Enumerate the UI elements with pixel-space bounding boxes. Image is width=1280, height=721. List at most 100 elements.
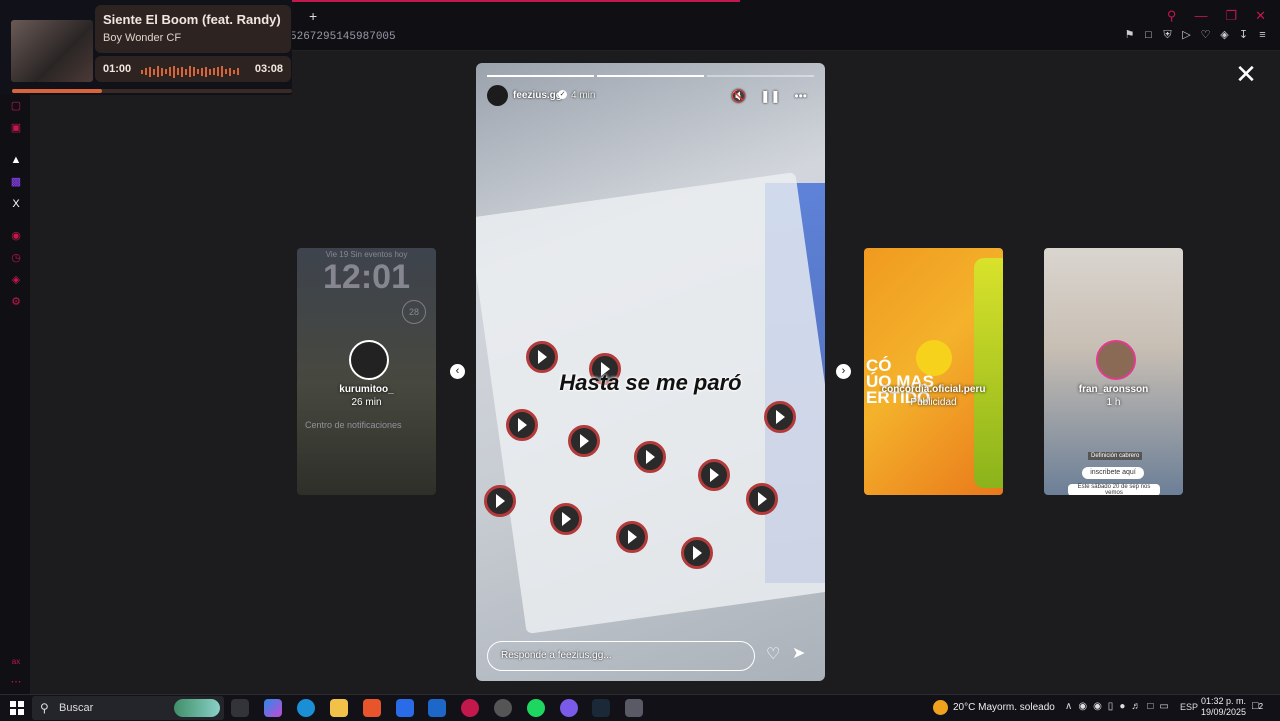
chat-icon[interactable]: ▢: [10, 100, 22, 112]
clock-time[interactable]: 01:32 p. m.: [1201, 696, 1246, 706]
waveform-bar: [189, 66, 191, 78]
brave-icon[interactable]: [363, 699, 381, 717]
app-tray-icon[interactable]: ◉: [1093, 701, 1102, 712]
more-icon[interactable]: ⋯: [10, 676, 22, 688]
aria-icon[interactable]: ▲: [10, 154, 22, 166]
previous-story-arrow[interactable]: ‹: [450, 364, 465, 379]
speaker-icon[interactable]: ♬: [1131, 701, 1141, 712]
story-username[interactable]: feezius.gg: [513, 90, 562, 101]
language-indicator[interactable]: ESP: [1180, 702, 1198, 712]
search-icon[interactable]: ⚲: [1167, 8, 1177, 24]
task-view-icon[interactable]: [231, 699, 249, 717]
send-share-icon[interactable]: ➤: [792, 646, 805, 662]
steam-icon[interactable]: [592, 699, 610, 717]
pause-icon[interactable]: ❚❚: [760, 89, 780, 103]
discord-icon[interactable]: [560, 699, 578, 717]
twitch-icon[interactable]: ▩: [10, 176, 22, 188]
main-story[interactable]: feezius.gg ✓ 4 min 🔇 ❚❚ ••• Hasta se me …: [476, 63, 825, 681]
next-story-arrow[interactable]: ›: [836, 364, 851, 379]
player-progress[interactable]: [12, 89, 292, 93]
send-icon[interactable]: ▷: [1181, 30, 1192, 41]
extensions-sidebar-icon[interactable]: ◈: [10, 274, 22, 286]
shield-icon[interactable]: ⛨: [1162, 30, 1173, 41]
extensions-icon[interactable]: ◈: [1219, 30, 1230, 41]
file-explorer-icon[interactable]: [330, 699, 348, 717]
waveform-bar: [141, 69, 143, 74]
story-sticker: Este sábado 20 de sep nos vemos: [1068, 484, 1160, 495]
waveform-bar: [181, 66, 183, 77]
opera-gx-icon[interactable]: [461, 699, 479, 717]
waveform-bar: [205, 66, 207, 77]
news-icon[interactable]: ▣: [10, 122, 22, 134]
more-options-icon[interactable]: •••: [794, 89, 807, 103]
story-username: concordia.oficial.peru: [881, 384, 986, 395]
waveform-bar: [233, 69, 235, 74]
windows-start-icon[interactable]: [10, 701, 24, 715]
avatar: [348, 340, 389, 380]
weather-icon[interactable]: [933, 700, 948, 715]
maximize-icon[interactable]: ❐: [1225, 8, 1237, 24]
avatar[interactable]: [487, 85, 508, 106]
discord-tray-icon[interactable]: ◉: [1078, 701, 1087, 712]
window-controls: ⚲ — ❐ ✕: [1167, 8, 1266, 24]
close-window-icon[interactable]: ✕: [1255, 8, 1266, 24]
new-tab-button[interactable]: +: [309, 8, 317, 24]
waveform-bar: [157, 66, 159, 78]
story-time: 4 min: [571, 90, 596, 101]
waveform-bar: [185, 68, 187, 75]
story-progress-segment: [707, 75, 814, 77]
notifications-icon[interactable]: □2: [1252, 700, 1263, 712]
waveform-bar: [153, 68, 155, 75]
song-artist: Boy Wonder CF: [103, 32, 182, 44]
history-icon[interactable]: ◷: [10, 252, 22, 264]
heart-icon[interactable]: ♡: [1200, 30, 1211, 41]
story-username: fran_aronsson: [1078, 384, 1149, 395]
edge-icon[interactable]: [297, 699, 315, 717]
download-icon[interactable]: ↧: [1238, 30, 1249, 41]
outlook-icon[interactable]: [428, 699, 446, 717]
close-stories-button[interactable]: ✕: [1234, 61, 1258, 87]
sidebar-bottom-label: ax: [11, 657, 21, 666]
waveform-bar: [161, 67, 163, 76]
copilot-icon[interactable]: [264, 699, 282, 717]
song-title: Siente El Boom (feat. Randy): [103, 12, 281, 27]
album-art[interactable]: [11, 20, 93, 82]
taskbar-search[interactable]: ⚲ Buscar: [32, 696, 224, 720]
mute-icon[interactable]: 🔇: [731, 89, 746, 103]
mic-icon[interactable]: ●: [1119, 701, 1125, 712]
waveform-bar: [177, 68, 179, 76]
player-info-card: Siente El Boom (feat. Randy) Boy Wonder …: [95, 5, 291, 53]
waveform-bar: [197, 69, 199, 75]
battery-icon[interactable]: ▭: [1159, 701, 1168, 712]
network-icon[interactable]: □: [1147, 701, 1153, 712]
brand-logo: [916, 340, 952, 376]
story-sticker: Definición cabrero: [1088, 452, 1143, 460]
like-heart-icon[interactable]: ♡: [766, 647, 780, 663]
weather-text[interactable]: 20°C Mayorm. soleado: [953, 702, 1055, 713]
video-file-icon: [681, 537, 713, 569]
story-thumbnail[interactable]: CÓ ÚO MAS ERTIDO concordia.oficial.peru …: [864, 248, 1003, 495]
reply-input[interactable]: Responde a feezius.gg...: [487, 641, 755, 671]
clock-date[interactable]: 19/09/2025: [1201, 707, 1246, 717]
phone-icon[interactable]: ▯: [1108, 701, 1114, 712]
menu-icon[interactable]: ≡: [1257, 30, 1268, 41]
waveform-bar: [221, 66, 223, 78]
chevron-up-icon[interactable]: ∧: [1065, 701, 1072, 712]
settings-icon[interactable]: ⚙: [10, 296, 22, 308]
video-file-icon: [764, 401, 796, 433]
minimize-icon[interactable]: —: [1194, 8, 1207, 24]
browser-toolbar: ⚑ □ ⛨ ▷ ♡ ◈ ↧ ≡: [1124, 30, 1268, 41]
music-player: Siente El Boom (feat. Randy) Boy Wonder …: [0, 0, 292, 95]
story-thumbnail[interactable]: fran_aronsson 1 h Definición cabrero ins…: [1044, 248, 1183, 495]
x-icon[interactable]: X: [10, 198, 22, 210]
app-icon[interactable]: [625, 699, 643, 717]
store-icon[interactable]: [396, 699, 414, 717]
spotify-icon[interactable]: [527, 699, 545, 717]
app-icon[interactable]: [494, 699, 512, 717]
pin-icon[interactable]: ⚑: [1124, 30, 1135, 41]
story-controls: 🔇 ❚❚ •••: [731, 89, 807, 103]
player-icon[interactable]: ◉: [10, 230, 22, 242]
waveform-icon[interactable]: [141, 63, 245, 78]
address-bar-text[interactable]: 5267295145987005: [290, 31, 396, 43]
crop-icon[interactable]: □: [1143, 30, 1154, 41]
